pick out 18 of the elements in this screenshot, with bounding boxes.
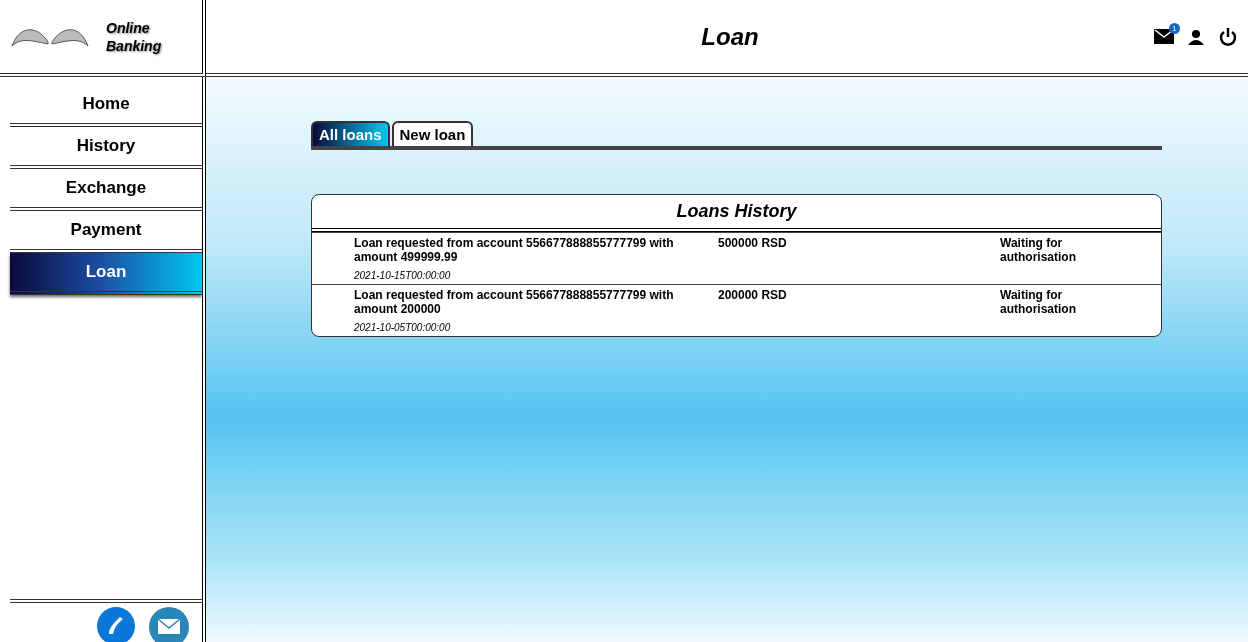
loan-status: Waiting for authorisation xyxy=(1000,236,1077,266)
loan-date: 2021-10-05T00:00:00 xyxy=(354,322,452,333)
loan-date: 2021-10-15T00:00:00 xyxy=(354,270,452,281)
logo-text: Online Banking xyxy=(106,18,163,55)
tab[interactable]: New loan xyxy=(391,121,474,146)
tab[interactable]: All loans xyxy=(311,121,390,146)
loan-amount: 500000 RSD xyxy=(718,236,788,252)
mail-icon[interactable] xyxy=(1154,29,1174,44)
notification-badge: 1 xyxy=(1169,23,1180,34)
loan-amount: 200000 RSD xyxy=(718,288,788,304)
power-icon[interactable] xyxy=(1218,26,1238,47)
page-title: Loan xyxy=(700,22,760,51)
loan-description: Loan requested from account 556677888855777799 with amount 499999.99 xyxy=(354,236,675,264)
loan-description: Loan requested from account 556677888855777799 with amount 200000 xyxy=(354,288,675,316)
nav-item[interactable]: Loan xyxy=(10,253,202,295)
user-icon[interactable] xyxy=(1188,28,1204,45)
loan-status: Waiting for authorisation xyxy=(1000,288,1077,318)
card-title: Loans History xyxy=(312,195,1161,232)
